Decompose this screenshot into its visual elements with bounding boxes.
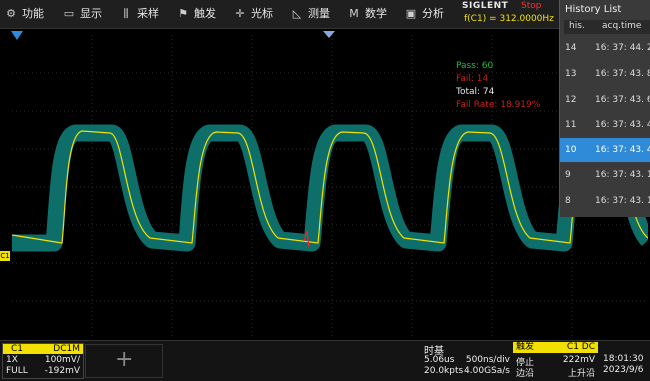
history-row-time: 16: 37: 43. 819: [595, 69, 650, 79]
menu-acquire[interactable]: ⫼ 采样: [119, 0, 159, 28]
cursor-icon: ✛: [235, 7, 245, 20]
system-clock: 18:01:30 2023/9/6: [603, 354, 643, 376]
trigger-title: 触发: [516, 342, 535, 352]
gear-icon: ⚙: [6, 7, 16, 20]
trigger-level: 222mV: [562, 355, 595, 365]
memory-depth: 20.0kpts: [424, 366, 464, 376]
add-channel-button[interactable]: +: [85, 344, 163, 378]
history-row-index: 12: [565, 95, 577, 105]
c1-offset: -192mV: [44, 366, 80, 376]
c1-bandwidth: FULL: [6, 366, 28, 376]
c1-probe: 1X: [6, 355, 18, 365]
c1-coupling: DC1M: [53, 344, 80, 354]
history-row-index: 13: [565, 69, 577, 79]
trigger-position-marker[interactable]: [11, 31, 23, 40]
channel-c1-settings[interactable]: C1 DC1M 1X 100mV/ FULL -192mV: [2, 343, 84, 379]
timebase-scale: 500ns/div: [465, 355, 510, 365]
trigger-panel[interactable]: 触发 C1 DC 停止 222mV 边沿 上升沿: [513, 342, 598, 379]
trigger-slope: 上升沿: [567, 369, 595, 379]
frequency-readout: f(C1) = 312.0000Hz: [464, 14, 554, 24]
history-row[interactable]: 11 16: 37: 43. 452: [560, 113, 650, 137]
history-row-time: 16: 37: 43. 400: [595, 145, 650, 155]
total-count: Total: 74: [456, 87, 495, 97]
measure-icon: ◺: [292, 7, 302, 20]
history-row-index: 8: [565, 196, 571, 206]
channel-offset-tag[interactable]: C1: [0, 251, 10, 261]
trigger-header: 触发 C1 DC: [513, 342, 598, 353]
menu-function-label: 功能: [22, 7, 44, 20]
menu-cursor-label: 光标: [251, 7, 273, 20]
history-title: History List: [565, 4, 622, 15]
history-row[interactable]: 13 16: 37: 43. 819: [560, 62, 650, 86]
analysis-icon: ▣: [405, 7, 417, 20]
trigger-type: 边沿: [516, 369, 535, 379]
history-col-time: acq.time: [602, 21, 642, 31]
trigger-flag-icon: ⚑: [178, 7, 188, 20]
plus-icon: +: [115, 347, 134, 372]
display-icon: ▭: [63, 7, 75, 20]
history-row[interactable]: 9 16: 37: 43. 190: [560, 163, 650, 187]
history-row-selected[interactable]: 10 16: 37: 43. 400: [560, 138, 650, 162]
menu-display-label: 显示: [80, 7, 102, 20]
trigger-source: C1 DC: [566, 342, 595, 352]
top-menu-bar: ⚙ 功能 ▭ 显示 ⫼ 采样 ⚑ 触发 ✛ 光标 ◺ 测量 M 数学 ▣ 分析 SIGLENT …: [0, 0, 650, 29]
menu-measure-label: 测量: [308, 7, 330, 20]
clock-date: 2023/9/6: [603, 365, 644, 375]
math-icon: M: [349, 7, 359, 20]
history-row-time: 16: 37: 43. 452: [595, 120, 650, 130]
c1-header: C1 DC1M: [3, 344, 83, 354]
pass-fail-stats: Pass: 60 Fail: 14 Total: 74 Fail Rate: 1…: [456, 60, 540, 112]
history-row-time: 16: 37: 43. 609: [595, 95, 650, 105]
menu-function[interactable]: ⚙ 功能: [4, 0, 44, 28]
history-col-his: his.: [569, 21, 585, 31]
history-row-index: 11: [565, 120, 577, 130]
waveform-display[interactable]: [12, 35, 648, 338]
menu-measure[interactable]: ◺ 测量: [290, 0, 330, 28]
pass-count: Pass: 60: [456, 61, 494, 71]
timebase-panel[interactable]: 时基 5.06us 500ns/div 20.0kpts 4.00GSa/s: [420, 342, 510, 378]
menu-analysis[interactable]: ▣ 分析: [404, 0, 444, 28]
grid: [12, 35, 648, 338]
run-status[interactable]: Stop: [521, 1, 541, 11]
history-row-index: 10: [565, 145, 577, 155]
fail-count: Fail: 14: [456, 74, 489, 84]
menu-trigger[interactable]: ⚑ 触发: [176, 0, 216, 28]
sample-rate: 4.00GSa/s: [464, 366, 510, 376]
menu-cursor[interactable]: ✛ 光标: [233, 0, 273, 28]
menu-math[interactable]: M 数学: [347, 0, 387, 28]
clock-time: 18:01:30: [603, 354, 644, 364]
history-row[interactable]: 12 16: 37: 43. 609: [560, 88, 650, 112]
fail-rate: Fail Rate: 18.919%: [456, 100, 541, 110]
history-row-time: 16: 37: 44. 291: [595, 43, 650, 53]
history-list-panel: History List his. acq.time 14 16: 37: 44.…: [559, 0, 650, 217]
menu-trigger-label: 触发: [194, 7, 216, 20]
menu-display[interactable]: ▭ 显示: [62, 0, 102, 28]
timebase-delay: 5.06us: [424, 355, 455, 365]
history-row[interactable]: 8 16: 37: 43. 137: [560, 189, 650, 213]
brand-logo: SIGLENT: [462, 1, 509, 11]
history-row-time: 16: 37: 43. 137: [595, 196, 650, 206]
history-row-index: 14: [565, 43, 577, 53]
menu-acquire-label: 采样: [137, 7, 159, 20]
history-row-time: 16: 37: 43. 190: [595, 170, 650, 180]
trigger-delay-marker[interactable]: [323, 31, 335, 38]
menu-math-label: 数学: [365, 7, 387, 20]
history-header: his. acq.time: [564, 20, 650, 34]
c1-scale: 100mV/: [44, 355, 80, 365]
menu-analysis-label: 分析: [422, 7, 444, 20]
sample-icon: ⫼: [123, 7, 129, 20]
history-row-index: 9: [565, 170, 571, 180]
history-row[interactable]: 14 16: 37: 44. 291: [560, 36, 650, 60]
c1-label: C1: [11, 344, 24, 354]
